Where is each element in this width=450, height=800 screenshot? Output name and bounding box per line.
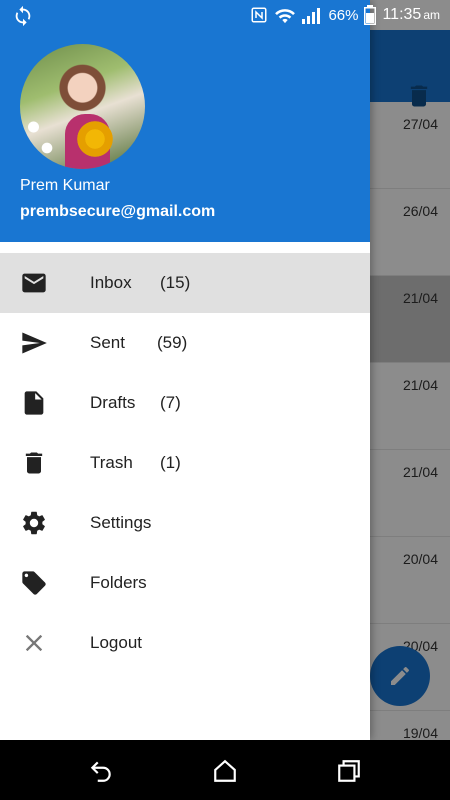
- menu-item-label: Inbox: [90, 273, 132, 292]
- menu-item-trash[interactable]: Trash (1): [0, 433, 370, 493]
- user-name: Prem Kumar: [20, 177, 110, 194]
- menu-item-folders[interactable]: Folders: [0, 553, 370, 613]
- nfc-icon: [251, 7, 267, 23]
- recent-apps-icon[interactable]: [336, 758, 362, 784]
- menu-item-label: Folders: [90, 573, 147, 592]
- mail-icon: [22, 273, 46, 293]
- menu-item-drafts[interactable]: Drafts (7): [0, 373, 370, 433]
- menu-item-count: (15): [160, 273, 191, 292]
- avatar-flowers: [20, 99, 65, 169]
- avatar-sunflowers: [70, 119, 120, 159]
- menu-item-label: Sent: [90, 333, 125, 352]
- drawer-header: Prem Kumar prembsecure@gmail.com: [0, 0, 370, 242]
- menu-item-count: (59): [157, 333, 188, 352]
- trash-icon: [25, 452, 43, 474]
- battery-percent: 66%: [328, 6, 359, 24]
- menu-item-logout[interactable]: Logout: [0, 613, 370, 673]
- menu-item-count: (7): [160, 393, 181, 412]
- menu-item-inbox[interactable]: Inbox (15): [0, 253, 370, 313]
- menu-item-sent[interactable]: Sent (59): [0, 313, 370, 373]
- menu-item-label: Logout: [90, 633, 142, 652]
- menu-item-count: (1): [160, 453, 181, 472]
- status-bar: 66% 11:35 am: [0, 0, 450, 30]
- menu-item-label: Drafts: [90, 393, 136, 412]
- clock: 11:35: [382, 6, 422, 23]
- send-icon: [22, 332, 47, 354]
- signal-icon: [302, 8, 321, 24]
- navigation-drawer: Prem Kumar prembsecure@gmail.com Inbox (…: [0, 0, 370, 740]
- menu-item-settings[interactable]: Settings: [0, 493, 370, 553]
- avatar[interactable]: [20, 44, 145, 169]
- sync-icon: [15, 5, 31, 27]
- wifi-icon: [275, 9, 296, 24]
- screen: 27/04 26/04 21/04 21/04 21/04 20/04 20/0…: [0, 0, 450, 800]
- user-email: prembsecure@gmail.com: [20, 203, 216, 220]
- gear-icon: [23, 511, 45, 535]
- system-nav-bar: [0, 740, 450, 800]
- file-icon: [24, 391, 44, 415]
- battery-icon: [364, 5, 377, 25]
- close-icon: [25, 634, 43, 652]
- back-icon[interactable]: [88, 758, 114, 784]
- status-icons: 66% 11:35 am: [250, 0, 440, 30]
- drawer-menu: Inbox (15) Sent (59) Drafts (7) Trash (1…: [0, 253, 370, 673]
- home-icon[interactable]: [212, 758, 238, 784]
- clock-ampm: am: [423, 8, 440, 22]
- menu-item-label: Settings: [90, 513, 152, 532]
- tag-icon: [22, 571, 46, 595]
- menu-item-label: Trash: [90, 453, 133, 472]
